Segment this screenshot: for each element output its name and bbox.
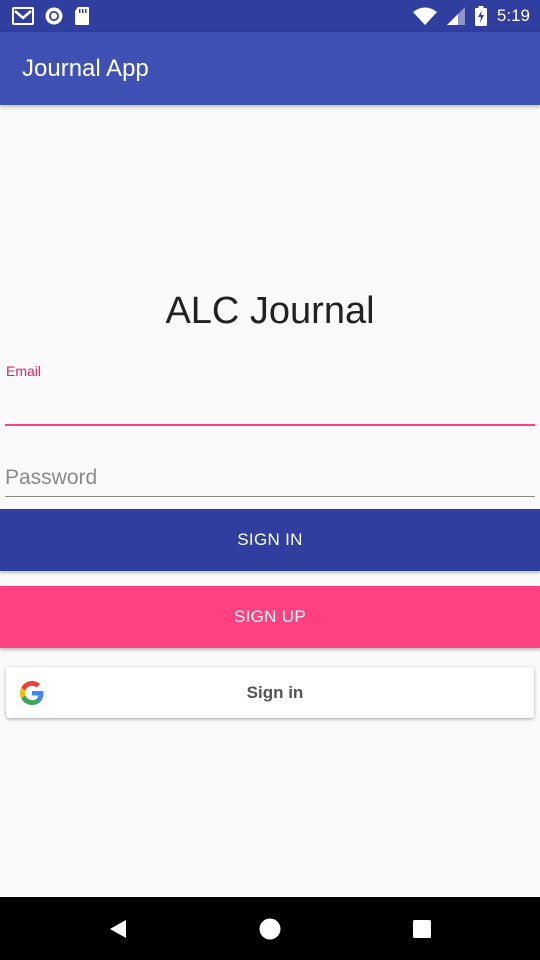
sd-card-icon xyxy=(75,7,89,25)
status-time: 5:19 xyxy=(496,6,530,25)
email-label: Email xyxy=(6,363,42,379)
status-left xyxy=(12,6,90,26)
sync-circle-icon xyxy=(45,7,63,25)
sign-up-button[interactable]: SIGN UP xyxy=(0,586,540,648)
recents-icon[interactable] xyxy=(410,917,434,941)
email-field[interactable] xyxy=(5,384,535,424)
status-right: 5:19 xyxy=(412,6,530,26)
google-sign-in-button[interactable]: Sign in xyxy=(6,667,534,718)
battery-charging-icon xyxy=(474,6,487,26)
home-icon[interactable] xyxy=(258,917,282,941)
email-underline xyxy=(5,424,535,426)
page-heading: ALC Journal xyxy=(165,290,375,332)
wifi-icon xyxy=(412,7,437,25)
navigation-bar xyxy=(0,897,540,960)
signal-icon xyxy=(446,7,465,25)
password-underline xyxy=(5,496,535,497)
google-sign-in-label: Sign in xyxy=(246,682,304,702)
app-title: Journal App xyxy=(22,54,149,82)
screen: 5:19 Journal App ALC Journal Email SIGN … xyxy=(0,0,540,960)
gmail-icon xyxy=(12,7,34,25)
password-field[interactable] xyxy=(5,460,535,496)
sign-in-button[interactable]: SIGN IN xyxy=(0,509,540,571)
back-icon[interactable] xyxy=(107,917,131,941)
app-bar: Journal App xyxy=(0,32,540,105)
status-bar: 5:19 xyxy=(0,0,540,32)
google-icon xyxy=(20,681,44,705)
